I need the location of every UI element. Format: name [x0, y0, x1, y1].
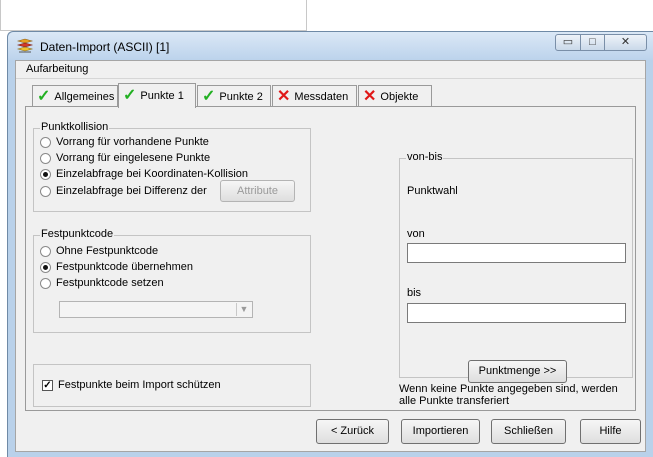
maximize-icon: □ [589, 36, 596, 48]
check-icon: ✓ [123, 87, 137, 104]
group-title: Punktkollision [40, 121, 110, 133]
radio-indicator [40, 261, 51, 273]
group-title: von-bis [406, 151, 444, 163]
tab-allgemeines[interactable]: ✓ Allgemeines [32, 85, 118, 107]
background-window-fragment [0, 0, 307, 31]
radio-label: Einzelabfrage bei Koordinaten-Kollision [56, 168, 249, 180]
dialog-client-area: Aufarbeitung ✓ Allgemeines ✓ Punkte 1 ✓ … [15, 60, 646, 452]
radio-label: Festpunktcode setzen [56, 277, 164, 289]
import-button[interactable]: Importieren [401, 419, 480, 444]
radio-einzelabfrage-differenz[interactable]: Einzelabfrage bei Differenz der [40, 185, 207, 197]
festpunktcode-combo[interactable]: ▼ [59, 301, 253, 318]
group-von-bis: von-bis Punktwahl von bis Punktmenge >> [399, 151, 633, 383]
bis-input[interactable] [407, 303, 626, 323]
bis-label: bis [407, 287, 422, 299]
title-bar[interactable]: Daten-Import (ASCII) [1] ▭ □ ✕ [8, 32, 653, 60]
checkbox-festpunkte-schuetzen[interactable]: ✓ Festpunkte beim Import schützen [42, 379, 221, 391]
radio-label: Vorrang für eingelesene Punkte [56, 152, 211, 164]
tab-messdaten[interactable]: ✕ Messdaten [272, 85, 357, 107]
radio-vorrang-vorhandene[interactable]: Vorrang für vorhandene Punkte [40, 136, 209, 148]
group-title: Festpunktcode [40, 228, 115, 240]
von-input[interactable] [407, 243, 626, 263]
import-app-icon [16, 38, 34, 53]
menu-item-aufarbeitung[interactable]: Aufarbeitung [26, 63, 88, 75]
check-icon: ✓ [37, 87, 51, 105]
radio-ohne-festpunktcode[interactable]: Ohne Festpunktcode [40, 245, 158, 257]
menu-bar: Aufarbeitung [16, 61, 645, 79]
radio-label: Vorrang für vorhandene Punkte [56, 136, 209, 148]
close-window-button[interactable]: ✕ [604, 34, 647, 51]
radio-indicator [40, 277, 51, 289]
radio-vorrang-eingelesene[interactable]: Vorrang für eingelesene Punkte [40, 152, 210, 164]
radio-einzelabfrage-koordinaten[interactable]: Einzelabfrage bei Koordinaten-Kollision [40, 168, 248, 180]
radio-indicator [40, 152, 51, 164]
radio-festpunktcode-uebernehmen[interactable]: Festpunktcode übernehmen [40, 261, 193, 273]
close-button[interactable]: Schließen [491, 419, 566, 444]
checkbox-indicator: ✓ [42, 379, 53, 391]
punktwahl-label: Punktwahl [407, 185, 458, 197]
help-button[interactable]: Hilfe [580, 419, 641, 444]
minimize-icon: ▭ [562, 36, 574, 48]
radio-indicator [40, 245, 51, 257]
radio-indicator [40, 136, 51, 148]
von-label: von [407, 228, 425, 240]
von-bis-note: Wenn keine Punkte angegeben sind, werden… [399, 383, 618, 407]
radio-label: Einzelabfrage bei Differenz der [56, 185, 207, 197]
attribute-button[interactable]: Attribute [220, 180, 295, 202]
tab-label: Messdaten [294, 90, 349, 103]
chevron-down-icon: ▼ [236, 303, 251, 316]
check-icon: ✓ [202, 87, 216, 105]
punktmenge-button[interactable]: Punktmenge >> [468, 360, 567, 383]
checkbox-label: Festpunkte beim Import schützen [58, 379, 221, 391]
back-button[interactable]: < Zurück [316, 419, 389, 444]
close-icon: ✕ [620, 36, 631, 48]
tab-label: Allgemeines [54, 90, 115, 103]
tab-panel-punkte-1: Punktkollision Vorrang für vorhandene Pu… [25, 106, 636, 411]
error-icon: ✕ [277, 87, 291, 105]
tab-label: Objekte [380, 90, 419, 103]
error-icon: ✕ [363, 87, 377, 105]
tab-label: Punkte 2 [219, 90, 263, 103]
radio-indicator [40, 168, 51, 180]
group-festpunktcode: Festpunktcode Ohne Festpunktcode Festpun… [33, 228, 311, 333]
minimize-button[interactable]: ▭ [555, 34, 581, 51]
maximize-button[interactable]: □ [580, 34, 605, 51]
tab-objekte[interactable]: ✕ Objekte [358, 85, 432, 107]
radio-label: Festpunktcode übernehmen [56, 261, 193, 273]
radio-festpunktcode-setzen[interactable]: Festpunktcode setzen [40, 277, 164, 289]
tab-punkte-2[interactable]: ✓ Punkte 2 [197, 85, 271, 107]
tab-punkte-1[interactable]: ✓ Punkte 1 [118, 83, 196, 108]
group-punktkollision: Punktkollision Vorrang für vorhandene Pu… [33, 121, 311, 212]
tab-label: Punkte 1 [140, 90, 184, 102]
import-dialog: Daten-Import (ASCII) [1] ▭ □ ✕ Aufarbeit… [7, 31, 653, 457]
radio-label: Ohne Festpunktcode [56, 245, 159, 257]
radio-indicator [40, 185, 51, 197]
group-schutz: ✓ Festpunkte beim Import schützen [33, 364, 311, 407]
window-title: Daten-Import (ASCII) [1] [40, 40, 170, 54]
